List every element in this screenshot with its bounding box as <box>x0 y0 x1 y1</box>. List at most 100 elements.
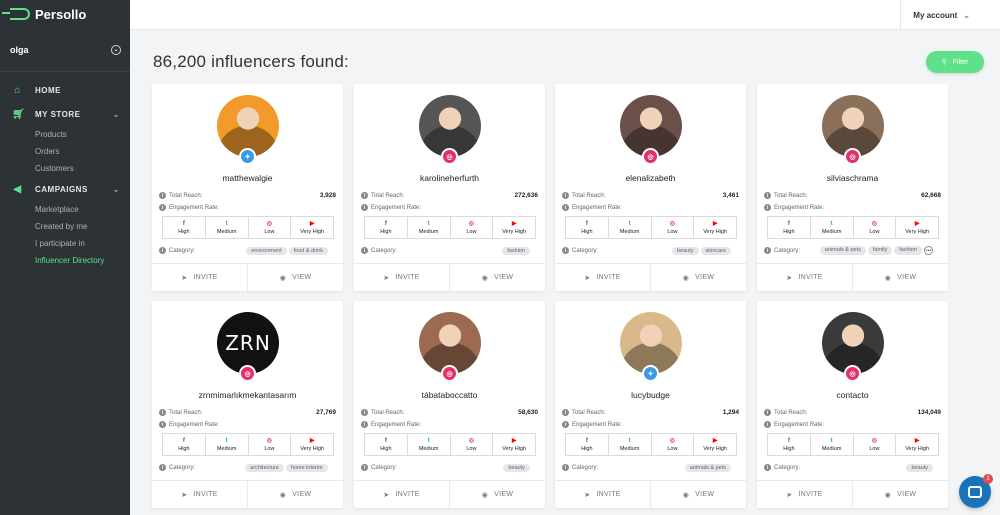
engagement-rate-row: i Engagement Rate: <box>159 204 336 211</box>
engagement-level: Medium <box>619 228 640 235</box>
engagement-cell: ▶ Very High <box>694 217 736 238</box>
category-tag[interactable]: architecture <box>245 463 284 472</box>
view-button[interactable]: ◉ VIEW <box>248 264 343 291</box>
total-reach-label: Total Reach: <box>774 409 808 416</box>
engagement-level: High <box>783 445 795 452</box>
engagement-level: Medium <box>821 445 842 452</box>
influencer-username[interactable]: zrnmimarlıkmekantasarım <box>152 390 343 400</box>
more-tags-icon[interactable]: ••• <box>924 246 933 255</box>
info-icon: i <box>159 192 166 199</box>
category-tag[interactable]: beauty <box>672 246 699 255</box>
engagement-cell: t Medium <box>206 434 249 455</box>
chevron-down-icon[interactable]: ⌄ <box>111 44 121 55</box>
info-icon: i <box>361 247 368 254</box>
invite-button[interactable]: ➤ INVITE <box>354 481 450 508</box>
chat-launcher-button[interactable]: 1 <box>959 474 993 508</box>
influencer-card[interactable]: ◎ elenalizabeth i Total Reach: 3,461 i E… <box>555 84 746 291</box>
engagement-cell: ◎ Low <box>854 217 897 238</box>
influencer-card[interactable]: ◎ tábataboccatto i Total Reach: 58,630 i… <box>354 301 545 508</box>
nav-campaigns[interactable]: ◀ CAMPAIGNS ⌄ <box>0 177 130 201</box>
category-tag[interactable]: animals & pets <box>684 463 731 472</box>
category-tag[interactable]: beauty <box>503 463 530 472</box>
influencer-username[interactable]: contacto <box>757 390 948 400</box>
chevron-down-icon: ⌄ <box>112 184 120 194</box>
engagement-rate-label: Engagement Rate: <box>774 204 825 211</box>
send-icon: ➤ <box>181 491 188 499</box>
account-menu[interactable]: My account ⌄ <box>900 0 970 30</box>
nav-home[interactable]: ⌂ HOME <box>0 78 130 102</box>
influencer-username[interactable]: lucybudge <box>555 390 746 400</box>
info-icon: i <box>361 421 368 428</box>
engagement-rate-row: i Engagement Rate: <box>361 421 538 428</box>
category-label: Category: <box>774 464 801 471</box>
view-button[interactable]: ◉ VIEW <box>450 264 545 291</box>
view-button[interactable]: ◉ VIEW <box>450 481 545 508</box>
influencer-card[interactable]: ◎ contacto i Total Reach: 134,049 i Enga… <box>757 301 948 508</box>
view-button[interactable]: ◉ VIEW <box>651 481 746 508</box>
influencer-username[interactable]: tábataboccatto <box>354 390 545 400</box>
category-tag[interactable]: environment <box>246 246 287 255</box>
invite-button[interactable]: ➤ INVITE <box>152 264 248 291</box>
influencer-username[interactable]: silviaschrama <box>757 173 948 183</box>
category-tags: animals & pets family fashion ••• <box>819 246 933 255</box>
instagram-icon: ◎ <box>239 365 256 382</box>
invite-button[interactable]: ➤ INVITE <box>354 264 450 291</box>
view-button[interactable]: ◉ VIEW <box>248 481 343 508</box>
view-button[interactable]: ◉ VIEW <box>853 481 948 508</box>
engagement-rate-label: Engagement Rate: <box>371 204 422 211</box>
user-switcher[interactable]: olga ⌄ <box>0 28 130 72</box>
influencer-card[interactable]: ✦ matthewalgie i Total Reach: 3,928 i En… <box>152 84 343 291</box>
invite-label: INVITE <box>596 274 621 281</box>
send-icon: ➤ <box>786 491 793 499</box>
influencer-username[interactable]: matthewalgie <box>152 173 343 183</box>
category-tag[interactable]: fashion <box>502 246 530 255</box>
invite-button[interactable]: ➤ INVITE <box>555 264 651 291</box>
card-actions: ➤ INVITE ◉ VIEW <box>354 263 545 291</box>
card-actions: ➤ INVITE ◉ VIEW <box>354 480 545 508</box>
engagement-cell: t Medium <box>811 217 854 238</box>
engagement-cell: ◎ Low <box>451 434 494 455</box>
view-button[interactable]: ◉ VIEW <box>651 264 746 291</box>
sidebar: Persollo olga ⌄ ⌂ HOME 🛒︎ MY STORE ⌄ Pro… <box>0 0 130 515</box>
filter-button[interactable]: ⚲ Filter <box>926 51 984 73</box>
nav-i-participate-in[interactable]: I participate in <box>0 235 130 252</box>
nav-orders[interactable]: Orders <box>0 143 130 160</box>
nav-marketplace[interactable]: Marketplace <box>0 201 130 218</box>
app-logo[interactable]: Persollo <box>0 0 130 28</box>
influencer-username[interactable]: karolineherfurth <box>354 173 545 183</box>
facebook-icon: f <box>182 437 185 444</box>
engagement-cell: ▶ Very High <box>493 217 535 238</box>
influencer-card[interactable]: ◎ silviaschrama i Total Reach: 62,668 i … <box>757 84 948 291</box>
invite-button[interactable]: ➤ INVITE <box>152 481 248 508</box>
nav-created-by-me[interactable]: Created by me <box>0 218 130 235</box>
invite-button[interactable]: ➤ INVITE <box>757 481 853 508</box>
nav-customers[interactable]: Customers <box>0 160 130 177</box>
app-name: Persollo <box>35 6 87 22</box>
category-tag[interactable]: food & drink <box>288 246 328 255</box>
influencer-username[interactable]: elenalizabeth <box>555 173 746 183</box>
engagement-level: Very High <box>502 228 527 235</box>
engagement-table: f High t Medium ◎ Low ▶ Very High <box>364 216 536 239</box>
category-tag[interactable]: skincare <box>700 246 731 255</box>
engagement-cell: f High <box>163 217 206 238</box>
engagement-cell: ▶ Very High <box>291 434 333 455</box>
category-label: Category: <box>371 247 398 254</box>
influencer-card[interactable]: ZRN ◎ zrnmimarlıkmekantasarım i Total Re… <box>152 301 343 508</box>
category-tags: beauty <box>503 463 530 472</box>
engagement-rate-row: i Engagement Rate: <box>562 204 739 211</box>
influencer-card[interactable]: ✦ lucybudge i Total Reach: 1,294 i Engag… <box>555 301 746 508</box>
category-tag[interactable]: home interior <box>285 463 328 472</box>
category-tag[interactable]: animals & pets <box>819 246 866 255</box>
view-button[interactable]: ◉ VIEW <box>853 264 948 291</box>
engagement-rate-row: i Engagement Rate: <box>764 204 941 211</box>
category-tag[interactable]: fashion <box>894 246 922 255</box>
nav-products[interactable]: Products <box>0 126 130 143</box>
nav-my-store[interactable]: 🛒︎ MY STORE ⌄ <box>0 102 130 126</box>
invite-button[interactable]: ➤ INVITE <box>555 481 651 508</box>
category-row: i Category: fashion <box>361 246 538 255</box>
category-tag[interactable]: beauty <box>906 463 933 472</box>
invite-button[interactable]: ➤ INVITE <box>757 264 853 291</box>
influencer-card[interactable]: ◎ karolineherfurth i Total Reach: 272,63… <box>354 84 545 291</box>
nav-influencer-directory[interactable]: Influencer Directory <box>0 252 130 269</box>
category-tag[interactable]: family <box>867 246 893 255</box>
